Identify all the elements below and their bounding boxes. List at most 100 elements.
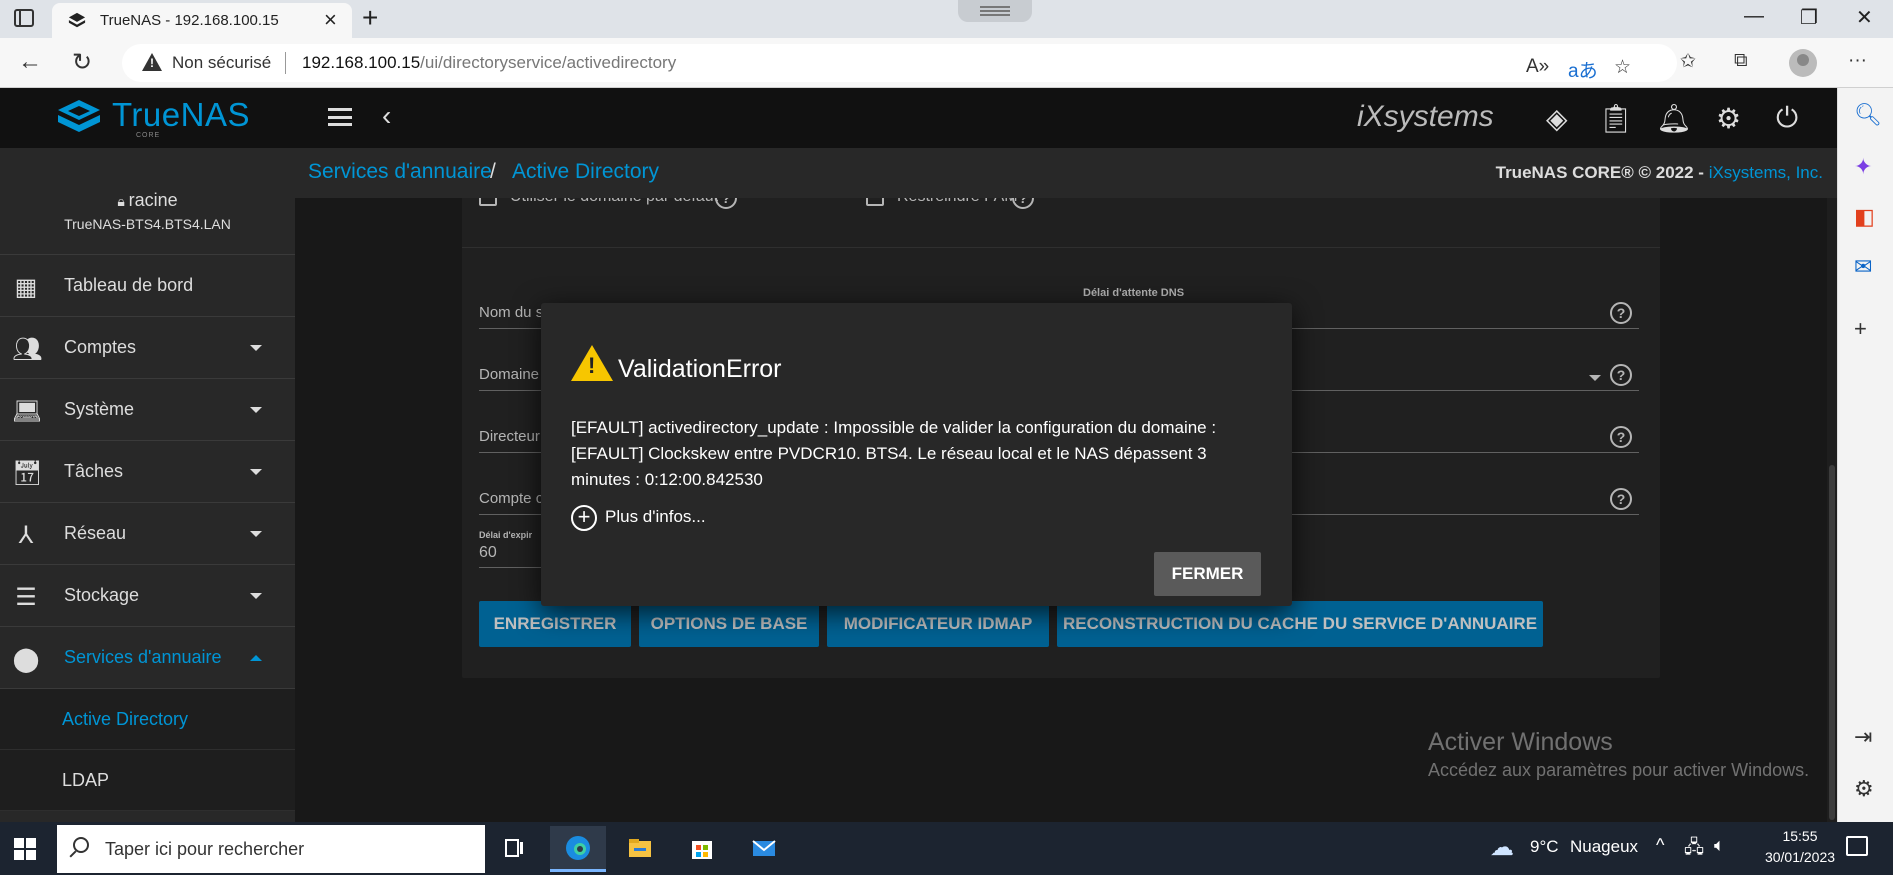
breadcrumb: Services d'annuaire / Active Directory T… bbox=[295, 148, 1837, 198]
truenas-header: TrueNAS CORE ‹ iXsystems ◈ 📋︎ 🔔︎ ⚙ ⏻ bbox=[0, 88, 1837, 148]
copilot-icon[interactable]: ✦ bbox=[1854, 154, 1872, 180]
more-info-link[interactable]: Plus d'infos... bbox=[605, 507, 706, 527]
ixsystems-link[interactable]: iXsystems, Inc. bbox=[1709, 163, 1823, 182]
warning-icon bbox=[571, 345, 613, 381]
user-info: 🔒︎ racine TrueNAS-BTS4.BTS4.LAN bbox=[0, 148, 295, 255]
profile-avatar[interactable] bbox=[1789, 49, 1817, 77]
plus-circle-icon[interactable]: + bbox=[571, 505, 597, 531]
sidebar-item-dashboard[interactable]: ▦ Tableau de bord bbox=[0, 255, 295, 317]
sidebar-item-accounts[interactable]: 👥︎ Comptes bbox=[0, 317, 295, 379]
browser-tab[interactable]: TrueNAS - 192.168.100.15 × bbox=[52, 3, 352, 38]
sidebar-item-system[interactable]: 💻︎ Système bbox=[0, 379, 295, 441]
close-button[interactable]: FERMER bbox=[1154, 552, 1261, 596]
truenas-logo-sub: CORE bbox=[136, 132, 161, 139]
sidebar-subitem-ldap[interactable]: LDAP bbox=[0, 750, 295, 811]
lock-icon: 🔒︎ bbox=[117, 193, 129, 209]
tab-title: TrueNAS - 192.168.100.15 bbox=[100, 12, 279, 29]
sidebar-subitem-label: LDAP bbox=[62, 770, 110, 790]
store-icon[interactable] bbox=[674, 826, 730, 872]
search-placeholder: Taper ici pour rechercher bbox=[105, 839, 305, 859]
reload-icon[interactable]: ↻ bbox=[72, 48, 92, 77]
sidebar-hide-icon[interactable]: ⇥ bbox=[1854, 724, 1872, 750]
sidebar-item-label: Réseau bbox=[64, 523, 127, 543]
edge-taskbar-icon[interactable] bbox=[550, 826, 606, 872]
file-explorer-icon[interactable] bbox=[612, 826, 668, 872]
sidebar-subitem-label: Active Directory bbox=[62, 709, 189, 729]
tasks-icon: 📅︎ bbox=[12, 460, 43, 487]
breadcrumb-separator: / bbox=[490, 160, 496, 183]
sidebar-settings-icon[interactable]: ⚙ bbox=[1854, 776, 1874, 802]
add-favorite-icon[interactable]: ☆ bbox=[1614, 56, 1631, 79]
power-icon[interactable]: ⏻ bbox=[1776, 102, 1798, 135]
sidebar-item-tasks[interactable]: 📅︎ Tâches bbox=[0, 441, 295, 503]
copyright-text: TrueNAS CORE® © 2022 - bbox=[1495, 163, 1709, 182]
close-window-icon[interactable]: ✕ bbox=[1856, 5, 1873, 30]
search-icon[interactable]: 🔍︎ bbox=[1854, 102, 1882, 128]
sidebar-item-label: Comptes bbox=[64, 337, 137, 357]
back-icon[interactable]: ← bbox=[18, 48, 42, 76]
new-tab-icon[interactable]: + bbox=[362, 2, 378, 34]
chevron-left-icon[interactable]: ‹ bbox=[382, 100, 391, 132]
sidebar-subitem-active-directory[interactable]: Active Directory bbox=[0, 689, 295, 750]
url-text[interactable]: 192.168.100.15/ui/directoryservice/activ… bbox=[302, 53, 676, 73]
truecommand-icon[interactable]: ◈ bbox=[1546, 102, 1568, 135]
bell-icon[interactable]: 🔔︎ bbox=[1656, 102, 1692, 135]
favorites-icon[interactable]: ✩ bbox=[1680, 50, 1696, 73]
chevron-up-icon[interactable]: ^ bbox=[1656, 835, 1664, 856]
minimize-icon[interactable]: — bbox=[1744, 5, 1764, 28]
url-field[interactable]: Non sécurisé 192.168.100.15/ui/directory… bbox=[122, 44, 1677, 82]
breadcrumb-directory-services[interactable]: Services d'annuaire bbox=[308, 160, 492, 184]
sidebar-item-network[interactable]: ⅄ Réseau bbox=[0, 503, 295, 565]
chevron-up-icon bbox=[250, 655, 262, 661]
clock-time[interactable]: 15:55 bbox=[1760, 828, 1840, 844]
security-label[interactable]: Non sécurisé bbox=[172, 53, 271, 73]
ixsystems-logo[interactable]: iXsystems bbox=[1357, 100, 1494, 134]
gear-icon[interactable]: ⚙ bbox=[1716, 102, 1741, 135]
accounts-icon: 👥︎ bbox=[12, 336, 43, 363]
dialog-title: ValidationError bbox=[618, 355, 782, 383]
notification-icon[interactable] bbox=[1846, 836, 1868, 856]
weather-desc[interactable]: Nuageux bbox=[1570, 837, 1638, 857]
clipboard-icon[interactable]: 📋︎ bbox=[1598, 102, 1634, 135]
search-icon bbox=[73, 837, 89, 853]
tab-actions-icon[interactable] bbox=[14, 9, 34, 27]
cloud-icon: ☁ bbox=[1490, 834, 1514, 861]
menu-toggle-icon[interactable] bbox=[328, 108, 352, 126]
scrollbar-thumb[interactable] bbox=[1829, 465, 1835, 820]
restore-icon[interactable]: ❐ bbox=[1800, 5, 1818, 30]
sidebar-item-label: Système bbox=[64, 399, 135, 419]
store-glyph bbox=[692, 841, 712, 859]
more-menu-icon[interactable]: ··· bbox=[1848, 50, 1867, 72]
network-icon: ⅄ bbox=[18, 522, 34, 549]
url-host: 192.168.100.15 bbox=[302, 53, 421, 72]
read-aloud-icon[interactable]: A» bbox=[1526, 56, 1549, 78]
folder-glyph bbox=[629, 839, 651, 857]
mail-glyph bbox=[752, 840, 776, 856]
user-name-text: racine bbox=[128, 190, 178, 210]
task-view-icon[interactable] bbox=[486, 826, 542, 872]
weather-temp[interactable]: 9°C bbox=[1530, 837, 1559, 857]
dialog-message: [EFAULT] activedirectory_update : Imposs… bbox=[571, 418, 1217, 489]
sidebar-item-directory-services[interactable]: ⬤ Services d'annuaire bbox=[0, 627, 295, 689]
windows-start-icon[interactable] bbox=[14, 838, 36, 860]
edge-sidebar: 🔍︎ ✦ ◧ ✉ + ⇥ ⚙ bbox=[1837, 88, 1893, 822]
breadcrumb-active-directory[interactable]: Active Directory bbox=[512, 160, 659, 184]
chevron-down-icon bbox=[250, 469, 262, 475]
truenas-logo-text[interactable]: TrueNAS bbox=[112, 96, 250, 134]
url-separator bbox=[285, 52, 286, 74]
volume-muted-icon[interactable]: 🔈︎ bbox=[1714, 835, 1725, 856]
add-sidebar-app-icon[interactable]: + bbox=[1854, 316, 1867, 342]
truenas-logo-icon[interactable] bbox=[56, 98, 102, 136]
mail-icon[interactable] bbox=[736, 826, 792, 872]
clock-date[interactable]: 30/01/2023 bbox=[1750, 849, 1850, 865]
office-icon[interactable]: ◧ bbox=[1854, 204, 1875, 230]
window-drag-handle[interactable] bbox=[958, 0, 1032, 22]
collections-icon[interactable]: ⧉ bbox=[1734, 50, 1748, 72]
taskbar-search-input[interactable]: Taper ici pour rechercher bbox=[57, 825, 485, 873]
tab-close-icon[interactable]: × bbox=[324, 7, 337, 33]
network-status-icon[interactable]: 🖧︎ bbox=[1684, 835, 1704, 865]
outlook-icon[interactable]: ✉ bbox=[1854, 254, 1872, 280]
storage-icon: ☰ bbox=[15, 584, 37, 611]
sidebar-item-storage[interactable]: ☰ Stockage bbox=[0, 565, 295, 627]
translate-icon[interactable]: aあ bbox=[1568, 56, 1598, 83]
